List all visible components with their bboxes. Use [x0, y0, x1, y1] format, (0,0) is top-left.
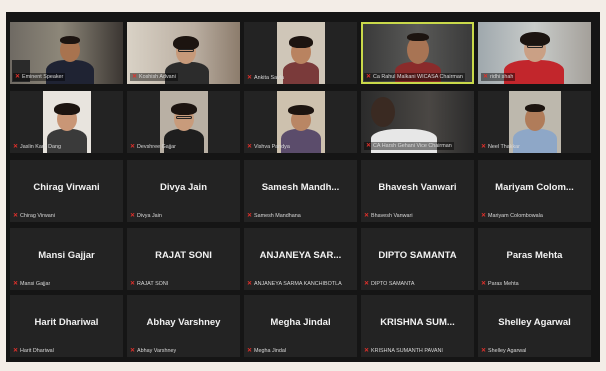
mic-muted-icon: ✕: [247, 75, 253, 81]
participant-tile[interactable]: ✕ CA Harsh Gehani Vice Chairman: [361, 91, 474, 153]
participant-name: Megha Jindal: [254, 348, 287, 354]
mic-muted-icon: ✕: [247, 348, 253, 354]
mic-muted-icon: ✕: [481, 281, 487, 287]
participant-tile[interactable]: Divya Jain ✕ Divya Jain: [127, 160, 240, 222]
participant-tile[interactable]: Harit Dhariwal ✕ Harit Dhariwal: [10, 295, 123, 357]
participant-tile[interactable]: Mariyam Colom... ✕ Mariyam Colombowala: [478, 160, 591, 222]
participant-name: CA Harsh Gehani Vice Chairman: [373, 143, 452, 149]
participant-tile[interactable]: Chirag Virwani ✕ Chirag Virwani: [10, 160, 123, 222]
participant-name: Harit Dhariwal: [20, 348, 54, 354]
participant-video: [277, 22, 325, 84]
participant-name: Vishva Pandya: [254, 144, 290, 150]
participant-display-name: Paras Mehta: [506, 250, 563, 261]
participant-tile[interactable]: Megha Jindal ✕ Megha Jindal: [244, 295, 357, 357]
participant-name: Chirag Virwani: [20, 213, 55, 219]
mic-muted-icon: ✕: [13, 348, 19, 354]
mic-muted-icon: ✕: [130, 281, 136, 287]
participant-display-name: DIPTO SAMANTA: [378, 250, 457, 261]
participant-tile[interactable]: Bhavesh Vanwari ✕ Bhavesh Vanwari: [361, 160, 474, 222]
participant-display-name: Harit Dhariwal: [34, 317, 99, 328]
participant-name: Ankita Savla: [254, 75, 284, 81]
mic-muted-icon: ✕: [366, 143, 372, 149]
mic-muted-icon: ✕: [15, 74, 21, 80]
mic-muted-icon: ✕: [247, 281, 253, 287]
participant-name: Ca Rahul Malkani WICASA Chairman: [373, 74, 463, 80]
participant-name: Devshree Gajjar: [137, 144, 176, 150]
mic-muted-icon: ✕: [364, 348, 370, 354]
participant-display-name: Mansi Gajjar: [38, 250, 95, 261]
participant-tile[interactable]: ✕ Eminent Speaker: [10, 22, 123, 84]
participant-tile[interactable]: ✕ Neel Thakkar: [478, 91, 591, 153]
participant-tile[interactable]: ✕ Devshree Gajjar: [127, 91, 240, 153]
mic-muted-icon: ✕: [130, 144, 136, 150]
participant-display-name: ANJANEYA SAR...: [259, 250, 342, 261]
participant-name: Bhavesh Vanwari: [371, 213, 413, 219]
participant-tile[interactable]: ✕ Jaslin Kaur Dang: [10, 91, 123, 153]
mic-muted-icon: ✕: [481, 213, 487, 219]
participant-name: Mansi Gajjar: [20, 281, 51, 287]
mic-muted-icon: ✕: [481, 144, 487, 150]
mic-muted-icon: ✕: [13, 281, 19, 287]
participant-tile[interactable]: KRISHNA SUM... ✕ KRISHNA SUMANTH PAVANI: [361, 295, 474, 357]
mic-muted-icon: ✕: [247, 144, 253, 150]
mic-muted-icon: ✕: [13, 144, 19, 150]
participant-display-name: Mariyam Colom...: [495, 182, 574, 193]
participant-display-name: Chirag Virwani: [33, 182, 100, 193]
participant-name: ridhi shah: [490, 74, 514, 80]
participant-display-name: Samesh Mandh...: [261, 182, 340, 193]
mic-muted-icon: ✕: [130, 348, 136, 354]
participant-name: RAJAT SONI: [137, 281, 169, 287]
participant-name: Paras Mehta: [488, 281, 519, 287]
participant-display-name: KRISHNA SUM...: [380, 317, 455, 328]
participant-tile[interactable]: Samesh Mandh... ✕ Samesh Mandhana: [244, 160, 357, 222]
participant-tile[interactable]: RAJAT SONI ✕ RAJAT SONI: [127, 228, 240, 290]
participant-tile[interactable]: ✕ Vishva Pandya: [244, 91, 357, 153]
participant-name: DIPTO SAMANTA: [371, 281, 415, 287]
participant-tile[interactable]: Shelley Agarwal ✕ Shelley Agarwal: [478, 295, 591, 357]
participant-name: Jaslin Kaur Dang: [20, 144, 62, 150]
mic-muted-icon: ✕: [366, 74, 372, 80]
participant-tile[interactable]: ✕ Ankita Savla: [244, 22, 357, 84]
participant-tile[interactable]: DIPTO SAMANTA ✕ DIPTO SAMANTA: [361, 228, 474, 290]
participant-name: KRISHNA SUMANTH PAVANI: [371, 348, 443, 354]
participant-tile[interactable]: Paras Mehta ✕ Paras Mehta: [478, 228, 591, 290]
participant-tile[interactable]: ANJANEYA SAR... ✕ ANJANEYA SARMA KANCHIBOT…: [244, 228, 357, 290]
participant-display-name: Abhay Varshney: [146, 317, 221, 328]
mic-muted-icon: ✕: [247, 213, 253, 219]
mic-muted-icon: ✕: [364, 213, 370, 219]
participant-name: Shelley Agarwal: [488, 348, 527, 354]
participant-display-name: RAJAT SONI: [155, 250, 212, 261]
participant-display-name: Divya Jain: [160, 182, 207, 193]
participant-tile-active-speaker[interactable]: ✕ Ca Rahul Malkani WICASA Chairman: [361, 22, 474, 84]
mic-muted-icon: ✕: [364, 281, 370, 287]
participant-display-name: Shelley Agarwal: [498, 317, 571, 328]
mic-muted-icon: ✕: [132, 74, 138, 80]
participant-tile[interactable]: Abhay Varshney ✕ Abhay Varshney: [127, 295, 240, 357]
participant-name: Samesh Mandhana: [254, 213, 301, 219]
participant-display-name: Megha Jindal: [270, 317, 331, 328]
mic-muted-icon: ✕: [483, 74, 489, 80]
participant-display-name: Bhavesh Vanwari: [378, 182, 457, 193]
participant-tile[interactable]: ✕ Koshish Advani: [127, 22, 240, 84]
participant-tile[interactable]: ✕ ridhi shah: [478, 22, 591, 84]
participant-name: Neel Thakkar: [488, 144, 520, 150]
participant-tile[interactable]: Mansi Gajjar ✕ Mansi Gajjar: [10, 228, 123, 290]
participant-name: Mariyam Colombowala: [488, 213, 543, 219]
mic-muted-icon: ✕: [13, 213, 19, 219]
video-gallery: ✕ Eminent Speaker ✕ Koshish Advani ✕ Ankita…: [6, 12, 600, 362]
participant-name: Eminent Speaker: [22, 74, 64, 80]
mic-muted-icon: ✕: [130, 213, 136, 219]
participant-name: ANJANEYA SARMA KANCHIBOTLA: [254, 281, 342, 287]
mic-muted-icon: ✕: [481, 348, 487, 354]
participant-name: Divya Jain: [137, 213, 162, 219]
participant-name: Koshish Advani: [139, 74, 176, 80]
participant-name: Abhay Varshney: [137, 348, 177, 354]
